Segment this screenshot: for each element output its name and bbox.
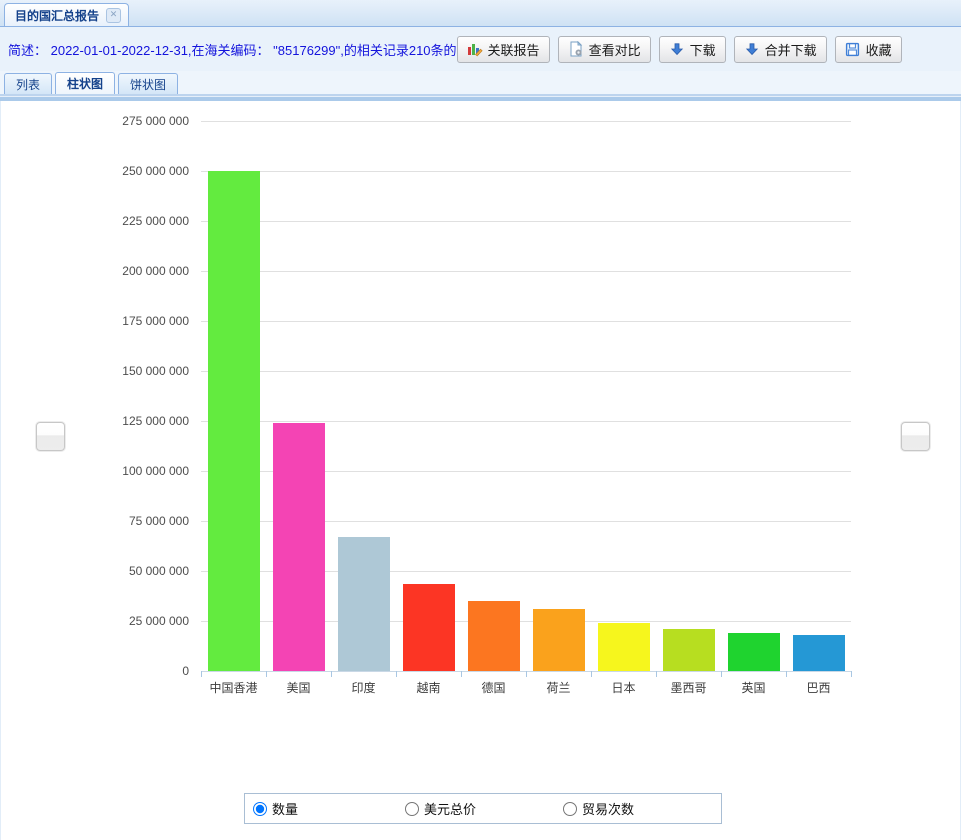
x-axis-tick	[266, 671, 267, 677]
grid-line	[201, 421, 851, 422]
grid-line	[201, 221, 851, 222]
bar-印度[interactable]	[338, 537, 390, 671]
grid-line	[201, 321, 851, 322]
save-disk-icon	[845, 41, 861, 57]
tab-pie-chart-view[interactable]: 饼状图	[118, 73, 178, 94]
x-axis-category-label: 日本	[591, 679, 656, 696]
x-axis-tick	[851, 671, 852, 677]
tab-label: 柱状图	[67, 75, 103, 92]
y-axis-tick-label: 125 000 000	[59, 414, 189, 428]
toolbar-row: 简述： 2022-01-01-2022-12-31,在海关编码： "851762…	[0, 27, 961, 72]
radio-trade-count-input[interactable]	[563, 802, 577, 816]
y-axis-tick-label: 200 000 000	[59, 264, 189, 278]
x-axis-tick	[786, 671, 787, 677]
y-axis-tick-label: 250 000 000	[59, 164, 189, 178]
download-button[interactable]: 下载	[659, 36, 726, 63]
scroll-left-button[interactable]	[36, 422, 65, 451]
x-axis-category-label: 墨西哥	[656, 679, 721, 696]
radio-trade-count[interactable]: 贸易次数	[563, 794, 634, 823]
tabstrip-bottom-bar	[0, 94, 961, 101]
radio-label: 美元总价	[424, 799, 476, 818]
view-compare-button[interactable]: 查看对比	[558, 36, 651, 63]
bar-英国[interactable]	[728, 633, 780, 671]
toolbar-buttons: 关联报告 查看对比 下载	[457, 36, 961, 63]
bar-美国[interactable]	[273, 423, 325, 671]
bar-日本[interactable]	[598, 623, 650, 671]
download-arrow-icon	[669, 41, 685, 57]
tab-list-view[interactable]: 列表	[4, 73, 52, 94]
related-report-button[interactable]: 关联报告	[457, 36, 550, 63]
favorite-button[interactable]: 收藏	[835, 36, 902, 63]
grid-line	[201, 121, 851, 122]
button-label: 下载	[690, 40, 716, 59]
tab-label: 列表	[16, 76, 40, 93]
grid-line	[201, 371, 851, 372]
merge-download-arrow-icon	[744, 41, 760, 57]
compare-doc-icon	[568, 41, 584, 57]
x-axis-category-label: 中国香港	[201, 679, 266, 696]
bar-德国[interactable]	[468, 601, 520, 671]
button-label: 查看对比	[589, 40, 641, 59]
x-axis-category-label: 美国	[266, 679, 331, 696]
button-label: 合并下载	[765, 40, 817, 59]
x-axis-category-label: 德国	[461, 679, 526, 696]
y-axis-tick-label: 25 000 000	[59, 614, 189, 628]
bar-巴西[interactable]	[793, 635, 845, 671]
radio-label: 贸易次数	[582, 799, 634, 818]
x-axis-category-label: 越南	[396, 679, 461, 696]
y-axis-tick-label: 50 000 000	[59, 564, 189, 578]
y-axis-tick-label: 175 000 000	[59, 314, 189, 328]
y-axis-tick-label: 225 000 000	[59, 214, 189, 228]
y-axis-tick-label: 75 000 000	[59, 514, 189, 528]
tab-bar-chart-view[interactable]: 柱状图	[55, 72, 115, 94]
bar-荷兰[interactable]	[533, 609, 585, 671]
document-tab-destination-report[interactable]: 目的国汇总报告 ✕	[4, 3, 129, 26]
report-chart-icon	[467, 41, 483, 57]
x-axis-category-label: 印度	[331, 679, 396, 696]
y-axis-tick-label: 0	[59, 664, 189, 678]
radio-quantity-input[interactable]	[253, 802, 267, 816]
merge-download-button[interactable]: 合并下载	[734, 36, 827, 63]
y-axis-tick-label: 150 000 000	[59, 364, 189, 378]
summary-text: 简述： 2022-01-01-2022-12-31,在海关编码： "851762…	[0, 40, 457, 59]
metric-selector-box: 数量 美元总价 贸易次数	[244, 793, 722, 824]
radio-quantity[interactable]: 数量	[253, 794, 298, 823]
scroll-right-button[interactable]	[901, 422, 930, 451]
tab-label: 饼状图	[130, 76, 166, 93]
bar-中国香港[interactable]	[208, 171, 260, 671]
x-axis-tick	[721, 671, 722, 677]
x-axis-category-label: 英国	[721, 679, 786, 696]
x-axis-tick	[461, 671, 462, 677]
x-axis-tick	[331, 671, 332, 677]
bar-chart-panel: 0 25 000 000 50 000 000 75 000 000 100 000 0…	[0, 101, 961, 840]
radio-label: 数量	[272, 799, 298, 818]
radio-usd-total-input[interactable]	[405, 802, 419, 816]
page-title: 目的国汇总报告	[15, 7, 99, 24]
x-axis-tick	[396, 671, 397, 677]
grid-line	[201, 271, 851, 272]
y-axis-tick-label: 275 000 000	[59, 114, 189, 128]
x-axis-category-label: 荷兰	[526, 679, 591, 696]
y-axis-tick-label: 100 000 000	[59, 464, 189, 478]
button-label: 收藏	[866, 40, 892, 59]
document-tab-bar: 目的国汇总报告 ✕	[0, 0, 961, 27]
x-axis-category-label: 巴西	[786, 679, 851, 696]
x-axis-tick	[201, 671, 202, 677]
radio-usd-total[interactable]: 美元总价	[405, 794, 476, 823]
bar-墨西哥[interactable]	[663, 629, 715, 671]
x-axis-tick	[526, 671, 527, 677]
close-icon[interactable]: ✕	[106, 8, 121, 23]
bar-越南[interactable]	[403, 584, 455, 671]
button-label: 关联报告	[488, 40, 540, 59]
view-tab-strip: 列表 柱状图 饼状图	[0, 71, 961, 94]
grid-line	[201, 171, 851, 172]
x-axis-tick	[591, 671, 592, 677]
x-axis-tick	[656, 671, 657, 677]
